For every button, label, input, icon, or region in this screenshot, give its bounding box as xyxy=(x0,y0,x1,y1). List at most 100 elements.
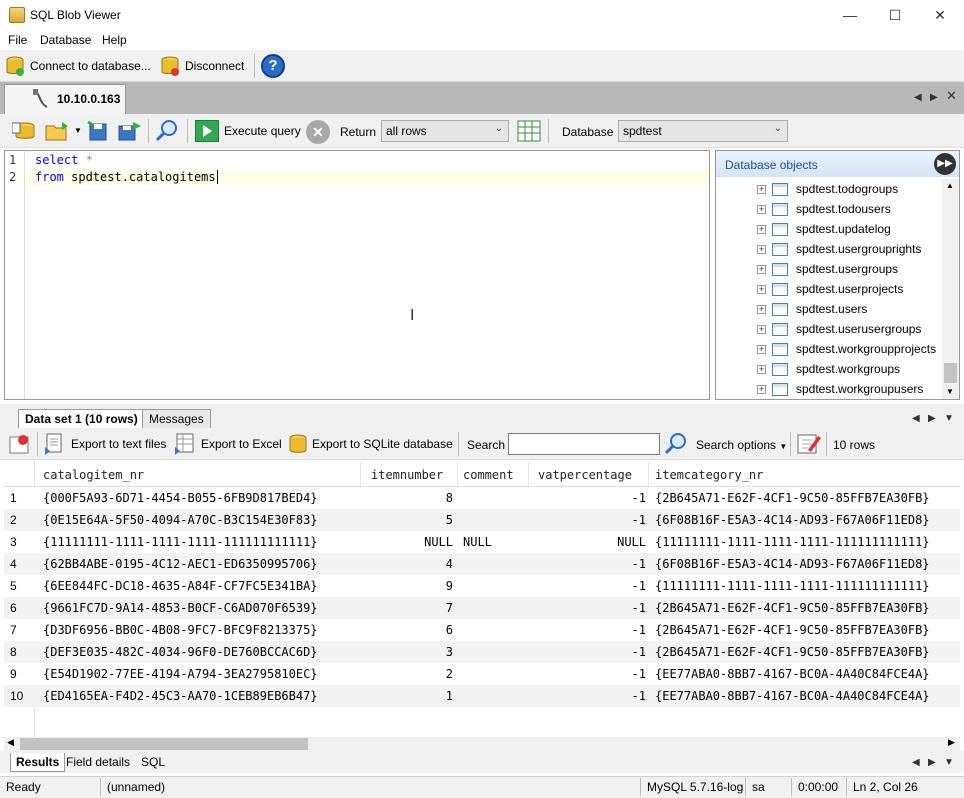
search-options-button[interactable]: Search options ▼ xyxy=(696,438,787,452)
horizontal-scrollbar[interactable]: ◀ ▶ xyxy=(4,737,960,751)
tab-scroll-left-icon[interactable]: ◀ xyxy=(912,757,920,768)
tab-scroll-left-icon[interactable]: ◀ xyxy=(914,92,922,103)
cell-catalogitem-nr[interactable]: {9661FC7D-9A14-4853-B0CF-C6AD070F6539} xyxy=(43,601,361,615)
row-number[interactable]: 9 xyxy=(10,667,34,681)
cell-catalogitem-nr[interactable]: {ED4165EA-F4D2-45C3-AA70-1CEB89EB6B47} xyxy=(43,689,361,703)
object-tree-item[interactable]: + spdtest.workgroupprojects xyxy=(757,339,947,359)
minimize-button[interactable]: — xyxy=(827,0,873,30)
tab-scroll-right-icon[interactable]: ▶ xyxy=(928,413,936,424)
cell-vatpercentage[interactable]: -1 xyxy=(534,557,646,571)
table-row[interactable]: 5 {6EE844FC-DC18-4635-A84F-CF7FC5E341BA} 9… xyxy=(4,575,960,597)
cell-vatpercentage[interactable]: NULL xyxy=(534,535,646,549)
cell-itemcategory-nr[interactable]: {EE77ABA0-8BB7-4167-BC0A-4A40C84FCE4A} xyxy=(655,667,957,681)
pin-icon[interactable] xyxy=(8,433,32,455)
disconnect-button[interactable]: Disconnect xyxy=(161,55,244,77)
row-number[interactable]: 4 xyxy=(10,557,34,571)
cell-catalogitem-nr[interactable]: {D3DF6956-BB0C-4B08-9FC7-BFC9F8213375} xyxy=(43,623,361,637)
object-tree-item[interactable]: + spdtest.updatelog xyxy=(757,219,947,239)
collapse-panel-icon[interactable]: ▶▶ xyxy=(934,153,956,175)
scroll-right-icon[interactable]: ▶ xyxy=(948,737,955,748)
cell-itemcategory-nr[interactable]: {6F08B16F-E5A3-4C14-AD93-F67A06F11ED8} xyxy=(655,557,957,571)
row-number[interactable]: 1 xyxy=(10,491,34,505)
search-icon[interactable] xyxy=(663,431,689,457)
tab-scroll-right-icon[interactable]: ▶ xyxy=(930,92,938,103)
scroll-left-icon[interactable]: ◀ xyxy=(7,737,14,748)
expand-icon[interactable]: + xyxy=(757,264,766,274)
cell-itemnumber[interactable]: 1 xyxy=(364,689,453,703)
connect-button[interactable]: Connect to database... xyxy=(6,55,151,77)
tab-connection[interactable]: 10.10.0.163 xyxy=(4,84,126,114)
tab-menu-icon[interactable]: ▼ xyxy=(944,413,954,424)
export-excel-button[interactable]: Export to Excel xyxy=(174,433,282,455)
cell-catalogitem-nr[interactable]: {0E15E64A-5F50-4094-A70C-B3C154E30F83} xyxy=(43,513,361,527)
tab-data-set[interactable]: Data set 1 (10 rows) xyxy=(18,409,145,428)
table-row[interactable]: 10 {ED4165EA-F4D2-45C3-AA70-1CEB89EB6B47}… xyxy=(4,685,960,707)
return-select[interactable]: all rows ⌄ xyxy=(381,120,509,142)
scroll-down-icon[interactable]: ▼ xyxy=(946,387,954,396)
cell-vatpercentage[interactable]: -1 xyxy=(534,491,646,505)
cell-itemcategory-nr[interactable]: {2B645A71-E62F-4CF1-9C50-85FFB7EA30FB} xyxy=(655,491,957,505)
cell-vatpercentage[interactable]: -1 xyxy=(534,689,646,703)
cell-itemcategory-nr[interactable]: {6F08B16F-E5A3-4C14-AD93-F67A06F11ED8} xyxy=(655,513,957,527)
expand-icon[interactable]: + xyxy=(757,384,766,394)
cell-catalogitem-nr[interactable]: {000F5A93-6D71-4454-B055-6FB9D817BED4} xyxy=(43,491,361,505)
tab-scroll-left-icon[interactable]: ◀ xyxy=(912,413,920,424)
cell-itemcategory-nr[interactable]: {2B645A71-E62F-4CF1-9C50-85FFB7EA30FB} xyxy=(655,623,957,637)
tab-messages[interactable]: Messages xyxy=(142,409,211,428)
cell-vatpercentage[interactable]: -1 xyxy=(534,667,646,681)
table-row[interactable]: 3 {11111111-1111-1111-1111-111111111111} N… xyxy=(4,531,960,553)
find-icon[interactable] xyxy=(154,119,180,143)
cell-itemnumber[interactable]: 5 xyxy=(364,513,453,527)
code-line[interactable]: select * xyxy=(35,153,93,167)
scrollbar-thumb[interactable] xyxy=(944,363,957,383)
expand-icon[interactable]: + xyxy=(757,304,766,314)
cell-catalogitem-nr[interactable]: {11111111-1111-1111-1111-111111111111} xyxy=(43,535,361,549)
column-header[interactable]: vatpercentage xyxy=(538,468,632,482)
expand-icon[interactable]: + xyxy=(757,244,766,254)
tab-field-details[interactable]: Field details xyxy=(66,755,130,769)
row-number[interactable]: 6 xyxy=(10,601,34,615)
tab-scroll-right-icon[interactable]: ▶ xyxy=(928,757,936,768)
save-as-icon[interactable] xyxy=(117,120,143,142)
row-number[interactable]: 8 xyxy=(10,645,34,659)
menu-database[interactable]: Database xyxy=(40,33,91,47)
column-header[interactable]: comment xyxy=(463,468,514,482)
tab-results[interactable]: Results xyxy=(10,753,66,772)
row-number[interactable]: 10 xyxy=(10,689,34,703)
code-line[interactable]: from spdtest.catalogitems xyxy=(35,170,218,184)
help-icon[interactable]: ? xyxy=(261,54,285,78)
cell-catalogitem-nr[interactable]: {62BB4ABE-0195-4C12-AEC1-ED6350995706} xyxy=(43,557,361,571)
cell-itemnumber[interactable]: 9 xyxy=(364,579,453,593)
cell-catalogitem-nr[interactable]: {DEF3E035-482C-4034-96F0-DE760BCCAC6D} xyxy=(43,645,361,659)
cell-itemnumber[interactable]: 2 xyxy=(364,667,453,681)
object-tree-item[interactable]: + spdtest.usergroups xyxy=(757,259,947,279)
tab-close-icon[interactable]: ✕ xyxy=(946,88,957,104)
expand-icon[interactable]: + xyxy=(757,344,766,354)
export-sqlite-button[interactable]: Export to SQLite database xyxy=(288,433,453,455)
object-tree-item[interactable]: + spdtest.workgroupusers xyxy=(757,379,947,399)
cell-vatpercentage[interactable]: -1 xyxy=(534,601,646,615)
cell-vatpercentage[interactable]: -1 xyxy=(534,579,646,593)
cell-itemnumber[interactable]: 7 xyxy=(364,601,453,615)
expand-icon[interactable]: + xyxy=(757,204,766,214)
cell-itemcategory-nr[interactable]: {2B645A71-E62F-4CF1-9C50-85FFB7EA30FB} xyxy=(655,601,957,615)
cell-vatpercentage[interactable]: -1 xyxy=(534,623,646,637)
expand-icon[interactable]: + xyxy=(757,324,766,334)
cell-itemnumber[interactable]: 4 xyxy=(364,557,453,571)
objects-scrollbar[interactable]: ▲ ▼ xyxy=(942,179,959,399)
cell-comment[interactable]: NULL xyxy=(463,535,531,549)
column-header[interactable]: itemcategory_nr xyxy=(655,468,763,482)
object-tree-item[interactable]: + spdtest.workgroups xyxy=(757,359,947,379)
scrollbar-thumb[interactable] xyxy=(20,738,308,750)
edit-notes-icon[interactable] xyxy=(796,432,822,456)
expand-icon[interactable]: + xyxy=(757,224,766,234)
cancel-query-icon[interactable]: ✕ xyxy=(306,120,330,144)
row-number[interactable]: 3 xyxy=(10,535,34,549)
menu-help[interactable]: Help xyxy=(102,33,127,47)
execute-query-button[interactable]: Execute query xyxy=(195,120,301,142)
search-input[interactable] xyxy=(508,433,660,455)
maximize-button[interactable]: ☐ xyxy=(872,0,918,30)
menu-file[interactable]: File xyxy=(8,33,27,47)
table-row[interactable]: 4 {62BB4ABE-0195-4C12-AEC1-ED6350995706} 4… xyxy=(4,553,960,575)
expand-icon[interactable]: + xyxy=(757,184,766,194)
